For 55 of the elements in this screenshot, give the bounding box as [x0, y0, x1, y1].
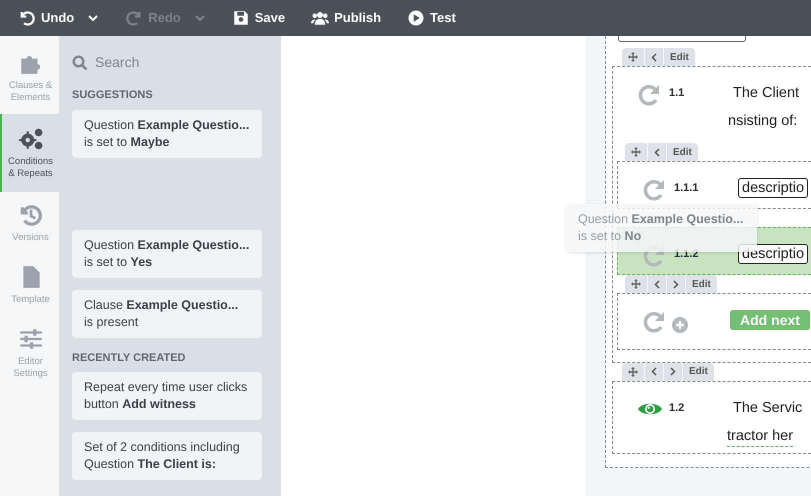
sidebar-tab[interactable]: Conditions & Repeats [0, 114, 59, 192]
search-icon [72, 54, 88, 70]
publish-button[interactable]: Publish [311, 8, 382, 28]
previous-button[interactable] [645, 48, 664, 66]
history-icon [18, 202, 44, 228]
clause-text: The Client [733, 84, 800, 103]
next-button[interactable] [667, 275, 686, 294]
chevron-left-icon [651, 52, 657, 62]
undo-icon [18, 9, 36, 27]
test-button[interactable]: Test [407, 8, 456, 28]
previous-button[interactable] [648, 275, 667, 294]
chevron-right-icon [673, 280, 679, 289]
move-handle[interactable] [625, 275, 648, 294]
users-icon [311, 9, 330, 27]
repeat-icon [637, 83, 661, 107]
previous-button[interactable] [645, 362, 664, 381]
repeat-icon [642, 310, 666, 334]
redo-icon [125, 9, 144, 27]
edit-button[interactable]: Edit [667, 143, 698, 161]
chevron-left-icon [654, 280, 660, 289]
move-handle[interactable] [622, 48, 645, 66]
move-icon [631, 279, 641, 290]
clause-number: 1.1 [669, 87, 684, 99]
edit-button[interactable]: Edit [683, 362, 714, 381]
condition-card[interactable]: Question Example Questio... is set to Maybe [72, 110, 262, 158]
fill-in-field[interactable]: tractor her [727, 426, 794, 447]
move-handle[interactable] [625, 143, 648, 161]
condition-card[interactable]: Clause Example Questio... is present [72, 290, 262, 338]
clause-text: nsisting of: [728, 112, 798, 131]
chevron-left-icon [651, 367, 657, 376]
clause-text: The Servic [733, 398, 802, 418]
undo-button[interactable]: Undo [18, 8, 100, 28]
move-handle[interactable] [622, 362, 645, 381]
search-field[interactable]: Search [95, 52, 245, 73]
save-icon [232, 9, 250, 27]
clause-number: 1.1.1 [674, 182, 698, 194]
condition-card[interactable]: Repeat every time user clicks button Add witness [72, 372, 262, 420]
repeat-icon [642, 178, 666, 202]
section-heading: SUGGESTIONS [72, 88, 154, 103]
move-icon [628, 366, 638, 377]
previous-button[interactable] [648, 143, 667, 161]
section-heading: RECENTLY CREATED [72, 350, 186, 366]
chevron-right-icon [670, 367, 676, 376]
play-icon [407, 9, 426, 27]
save-button[interactable]: Save [232, 8, 286, 28]
next-button[interactable] [664, 362, 683, 381]
edit-button[interactable]: Edit [686, 275, 717, 294]
move-icon [631, 147, 641, 157]
chevron-left-icon [654, 148, 660, 156]
edit-button[interactable]: Edit [664, 48, 695, 66]
description-field[interactable]: descriptio [738, 178, 808, 198]
condition-card[interactable]: Set of 2 conditions including Question The Client is: [72, 432, 262, 480]
move-icon [628, 52, 638, 62]
condition-card[interactable]: Question Example Questio... is set to Yes [72, 230, 262, 278]
clause-number: 1.2 [669, 402, 684, 414]
